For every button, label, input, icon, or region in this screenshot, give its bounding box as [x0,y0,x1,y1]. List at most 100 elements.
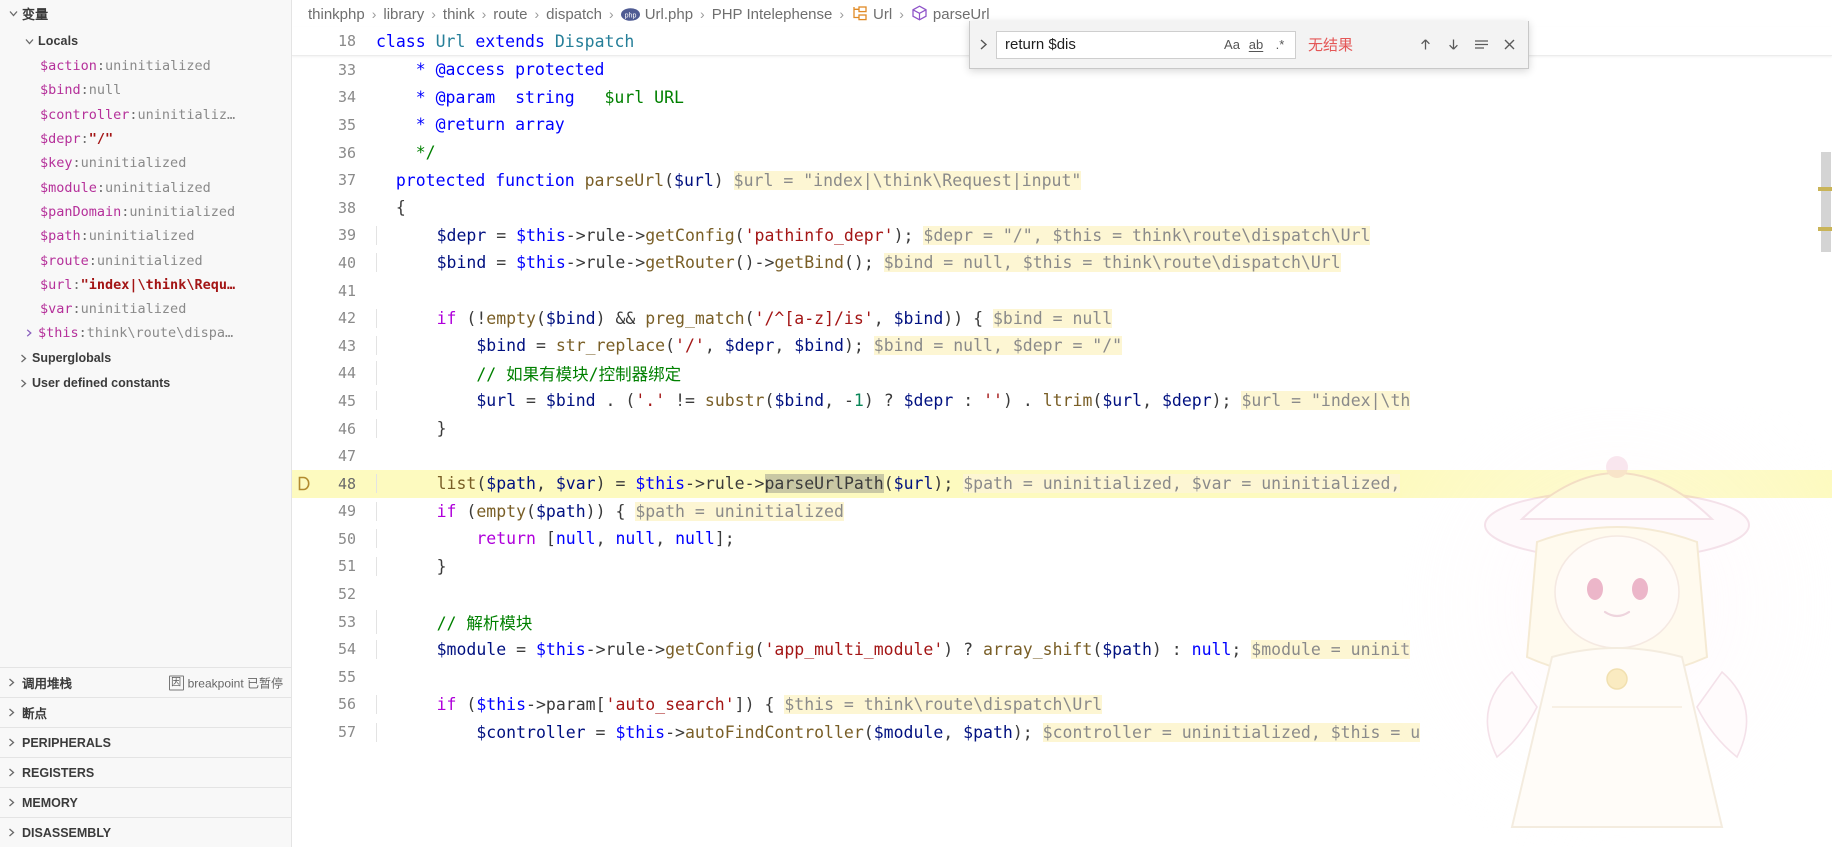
variable-group-row[interactable]: Superglobals [0,346,291,371]
chevron-right-icon[interactable] [2,824,20,842]
line-content[interactable]: * @param string $url URL [376,88,684,107]
breadcrumb-item-parseurl[interactable]: parseUrl [911,4,990,23]
breadcrumb-item-url-php[interactable]: php Url.php [620,6,693,23]
line-content[interactable]: $module = $this->rule->getConfig('app_mu… [376,639,1411,659]
scope-locals[interactable]: Locals [0,28,291,54]
editor-scrollbar[interactable] [1818,27,1832,847]
line-content[interactable]: if (!empty($bind) && preg_match('/^[a-z]… [376,308,1113,328]
code-lines[interactable]: 33 * @access protected 34 * @param string… [292,56,1832,746]
code-line[interactable]: 55 [292,663,1832,691]
variable-row[interactable]: $panDomain: uninitialized [0,200,291,224]
line-content[interactable]: if (empty($path)) { $path = uninitialize… [376,501,844,521]
variable-row[interactable]: $this: think\route\dispa… [0,321,291,345]
variable-row[interactable]: $bind: null [0,78,291,102]
sidebar-panel-DISASSEMBLY[interactable]: DISASSEMBLY [0,817,291,847]
match-whole-word-icon[interactable]: ab [1245,34,1267,56]
chevron-right-icon[interactable] [2,794,20,812]
variable-row[interactable]: $module: uninitialized [0,175,291,199]
breadcrumb-item-library[interactable]: library [383,6,424,23]
sidebar-panel-断点[interactable]: 断点 [0,697,291,727]
toggle-replace-icon[interactable] [970,21,996,68]
code-line[interactable]: 38 { [292,194,1832,222]
code-line[interactable]: 54 $module = $this->rule->getConfig('app… [292,635,1832,663]
line-content[interactable]: list($path, $var) = $this->rule->parseUr… [376,474,1401,494]
code-line[interactable]: 56 if ($this->param['auto_search']) { $t… [292,691,1832,719]
section-variables[interactable]: 变量 [0,0,291,26]
chevron-right-icon[interactable] [20,324,38,342]
code-line[interactable]: 50 return [null, null, null]; [292,525,1832,553]
find-input-wrapper[interactable]: Aa ab .* [996,30,1296,59]
sidebar-panel-调用堆栈[interactable]: 调用堆栈 因 breakpoint 已暂停 [0,667,291,697]
match-case-icon[interactable]: Aa [1221,34,1243,56]
variable-row[interactable]: $depr: "/" [0,127,291,151]
line-content[interactable]: return [null, null, null]; [376,529,735,549]
line-content[interactable]: { [376,198,406,217]
line-content[interactable]: } [376,419,447,439]
next-match-icon[interactable] [1440,32,1466,58]
line-content[interactable]: $url = $bind . ('.' != substr($bind, -1)… [376,391,1411,411]
code-line[interactable]: 47 [292,442,1832,470]
breadcrumb-item-route[interactable]: route [493,6,527,23]
code-line[interactable]: 51 } [292,553,1832,581]
line-content[interactable]: * @access protected [376,60,605,79]
breadcrumb-item-thinkphp[interactable]: thinkphp [308,6,365,23]
variable-row[interactable]: $var: uninitialized [0,297,291,321]
line-content[interactable]: protected function parseUrl($url) $url =… [376,170,1082,190]
code-line[interactable]: 37 protected function parseUrl($url) $ur… [292,166,1832,194]
breadcrumb-item-think[interactable]: think [443,6,475,23]
sidebar-panel-REGISTERS[interactable]: REGISTERS [0,757,291,787]
code-line[interactable]: 39 $depr = $this->rule->getConfig('pathi… [292,222,1832,250]
code-line[interactable]: 57 $controller = $this->autoFindControll… [292,718,1832,746]
code-line[interactable]: 44 // 如果有模块/控制器绑定 [292,360,1832,388]
code-line[interactable]: 45 $url = $bind . ('.' != substr($bind, … [292,387,1832,415]
chevron-right-icon[interactable] [14,349,32,367]
line-content[interactable]: // 解析模块 [376,609,532,634]
breadcrumb-item-dispatch[interactable]: dispatch [546,6,602,23]
chevron-down-icon[interactable] [20,32,38,50]
code-line[interactable]: 49 if (empty($path)) { $path = uninitial… [292,498,1832,526]
sidebar-panel-PERIPHERALS[interactable]: PERIPHERALS [0,727,291,757]
code-line[interactable]: 35 * @return array [292,111,1832,139]
line-content[interactable]: * @return array [376,115,565,134]
line-content[interactable]: } [376,556,447,576]
find-in-selection-icon[interactable] [1468,32,1494,58]
code-line[interactable]: 36 */ [292,139,1832,167]
breadcrumb-item-php-intelephense[interactable]: PHP Intelephense [712,6,833,23]
variable-group-row[interactable]: User defined constants [0,371,291,396]
code-line[interactable]: 42 if (!empty($bind) && preg_match('/^[a… [292,304,1832,332]
code-line[interactable]: 52 [292,580,1832,608]
line-content[interactable]: if ($this->param['auto_search']) { $this… [376,694,1103,714]
code-line[interactable]: 48 list($path, $var) = $this->rule->pars… [292,469,1832,498]
code-line[interactable]: 40 $bind = $this->rule->getRouter()->get… [292,249,1832,277]
code-line[interactable]: 46 } [292,415,1832,443]
breakpoint-pending-icon[interactable] [292,476,314,491]
previous-match-icon[interactable] [1412,32,1438,58]
sidebar-panel-MEMORY[interactable]: MEMORY [0,787,291,817]
line-content[interactable]: $bind = str_replace('/', $depr, $bind); … [376,336,1123,356]
line-content[interactable]: $depr = $this->rule->getConfig('pathinfo… [376,225,1371,245]
variable-row[interactable]: $url: "index|\think\Requ… [0,273,291,297]
chevron-right-icon[interactable] [2,674,20,692]
code-line[interactable]: 53 // 解析模块 [292,608,1832,636]
close-find-icon[interactable] [1496,32,1522,58]
line-content[interactable]: $controller = $this->autoFindController(… [376,722,1421,742]
line-content[interactable]: // 如果有模块/控制器绑定 [376,361,681,386]
line-content[interactable]: $bind = $this->rule->getRouter()->getBin… [376,253,1341,273]
breadcrumb-item-url[interactable]: Url [851,6,892,23]
variable-row[interactable]: $path: uninitialized [0,224,291,248]
chevron-right-icon[interactable] [2,734,20,752]
find-input[interactable] [1005,36,1221,53]
chevron-right-icon[interactable] [2,704,20,722]
variable-row[interactable]: $action: uninitialized [0,54,291,78]
variable-row[interactable]: $route: uninitialized [0,248,291,272]
chevron-down-icon[interactable] [4,4,22,22]
variable-row[interactable]: $controller: uninitializ… [0,103,291,127]
find-widget[interactable]: Aa ab .* 无结果 [969,21,1529,69]
code-line[interactable]: 34 * @param string $url URL [292,84,1832,112]
chevron-right-icon[interactable] [2,764,20,782]
line-content[interactable]: */ [376,143,436,162]
chevron-right-icon[interactable] [14,374,32,392]
scrollbar-thumb[interactable] [1821,152,1831,252]
code-line[interactable]: 43 $bind = str_replace('/', $depr, $bind… [292,332,1832,360]
use-regex-icon[interactable]: .* [1269,34,1291,56]
